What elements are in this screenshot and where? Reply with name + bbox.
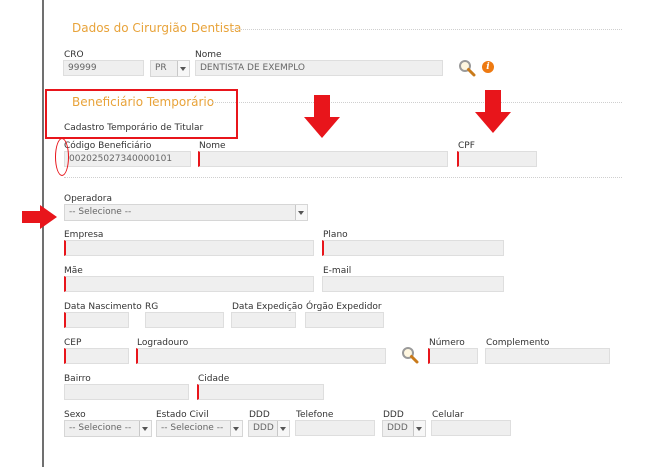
celular-input[interactable] [431, 420, 511, 436]
ddd-select-value: DDD [387, 423, 408, 433]
left-border [42, 0, 44, 467]
mae-label: Mãe [64, 266, 83, 276]
arrow-right-icon [22, 205, 57, 229]
section-divider [232, 29, 622, 31]
search-icon[interactable] [458, 59, 476, 77]
complemento-label: Complemento [486, 338, 550, 348]
bairro-label: Bairro [64, 374, 91, 384]
celular-label: Celular [432, 410, 464, 420]
section-divider [212, 102, 622, 104]
cidade-input[interactable] [197, 384, 324, 400]
beneficiary-code-label: Código Beneficiário [64, 141, 152, 151]
empresa-label: Empresa [64, 230, 104, 240]
ddd-select[interactable]: DDD [382, 420, 426, 437]
arrow-down-icon [304, 95, 340, 138]
uf-select-value: PR [155, 63, 167, 73]
beneficiary-name-label: Nome [199, 141, 226, 151]
complemento-input[interactable] [485, 348, 610, 364]
logradouro-label: Logradouro [137, 338, 189, 348]
beneficiary-code-input[interactable]: 002025027340000101 [64, 151, 191, 167]
chevron-down-icon[interactable] [230, 421, 242, 436]
data-expedicao-label: Data Expedição [232, 302, 303, 312]
ddd-select[interactable]: DDD [248, 420, 290, 437]
chevron-down-icon[interactable] [139, 421, 151, 436]
ddd-label: DDD [249, 410, 270, 420]
cpf-input[interactable] [457, 151, 537, 167]
cpf-label: CPF [458, 141, 475, 151]
mae-input[interactable] [64, 276, 314, 292]
telefone-label: Telefone [296, 410, 334, 420]
annotation-box [45, 89, 238, 139]
info-icon[interactable]: i [482, 61, 494, 73]
cidade-label: Cidade [198, 374, 230, 384]
logradouro-input[interactable] [136, 348, 386, 364]
bairro-input[interactable] [64, 384, 189, 400]
plano-label: Plano [323, 230, 348, 240]
chevron-down-icon[interactable] [177, 61, 189, 76]
arrow-down-icon [475, 90, 511, 133]
beneficiary-name-input[interactable] [198, 151, 448, 167]
estado-civil-select-value: -- Selecione -- [161, 423, 224, 433]
numero-input[interactable] [428, 348, 478, 364]
empresa-input[interactable] [64, 240, 314, 256]
data-expedicao-input[interactable] [231, 312, 296, 328]
cep-input[interactable] [64, 348, 129, 364]
cep-label: CEP [64, 338, 82, 348]
orgao-expedidor-input[interactable] [305, 312, 384, 328]
sexo-label: Sexo [64, 410, 86, 420]
email-label: E-mail [323, 266, 352, 276]
estado-civil-select[interactable]: -- Selecione -- [156, 420, 243, 437]
section-divider [64, 177, 622, 179]
plano-input[interactable] [322, 240, 504, 256]
dentist-name-input[interactable]: DENTISTA DE EXEMPLO [195, 60, 443, 76]
rg-input[interactable] [145, 312, 224, 328]
estado-civil-label: Estado Civil [156, 410, 209, 420]
section-title-dentist: Dados do Cirurgião Dentista [72, 21, 242, 35]
search-icon[interactable] [401, 346, 419, 364]
cro-label: CRO [64, 50, 84, 60]
ddd-select-value: DDD [253, 423, 274, 433]
operadora-select[interactable]: -- Selecione -- [64, 204, 308, 221]
chevron-down-icon[interactable] [295, 205, 307, 220]
dentist-name-label: Nome [195, 50, 222, 60]
sexo-select-value: -- Selecione -- [69, 423, 132, 433]
operadora-label: Operadora [64, 194, 112, 204]
data-nascimento-label: Data Nascimento [64, 302, 142, 312]
email-input[interactable] [322, 276, 504, 292]
telefone-input[interactable] [295, 420, 375, 436]
uf-select[interactable]: PR [150, 60, 190, 77]
annotation-circle [55, 138, 69, 176]
chevron-down-icon[interactable] [413, 421, 425, 436]
operadora-select-value: -- Selecione -- [69, 207, 132, 217]
rg-label: RG [145, 302, 159, 312]
orgao-expedidor-label: Órgão Expedidor [306, 302, 382, 312]
cro-input[interactable]: 99999 [63, 60, 144, 76]
numero-label: Número [429, 338, 465, 348]
data-nascimento-input[interactable] [64, 312, 129, 328]
chevron-down-icon[interactable] [277, 421, 289, 436]
ddd-label: DDD [383, 410, 404, 420]
sexo-select[interactable]: -- Selecione -- [64, 420, 152, 437]
